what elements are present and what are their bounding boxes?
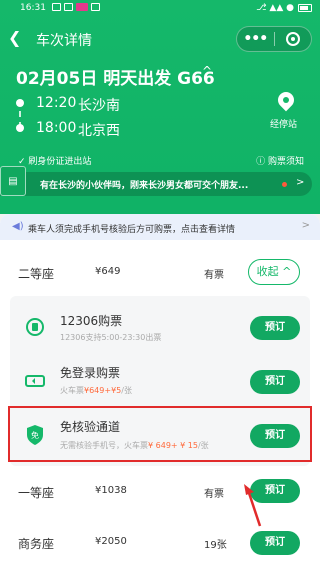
option-sub-no-login: 火车票¥649+¥5/张: [60, 385, 132, 396]
seat-name-second-class: 二等座: [18, 267, 55, 281]
seat-availability-first-class: 有票: [204, 489, 224, 500]
calendar-icon: [91, 3, 100, 11]
seat-name-business-class: 商务座: [18, 537, 55, 551]
option-sub-12306: 12306支持5:00-23:30出票: [60, 333, 162, 342]
image-icon: [52, 3, 61, 11]
option-sub-no-login-label: 火车票: [60, 386, 84, 395]
red-dot-icon: [282, 182, 287, 187]
seat-price-business-class: ¥2050: [95, 536, 127, 547]
collapse-button[interactable]: 收起 ^: [248, 259, 300, 285]
train-icon: [24, 316, 46, 338]
status-notification-icons: [52, 3, 100, 11]
mail-icon: [64, 3, 73, 11]
chevron-right-icon: >: [301, 220, 310, 231]
arrival-station: 北京西: [78, 123, 120, 139]
trip-title: 02月05日 明天出发 G66: [16, 69, 215, 89]
promo-banner[interactable]: ▤ 有在长沙的小伙伴吗，刚来长沙男女都可交个朋友... >: [0, 166, 312, 196]
stops-link[interactable]: 经停站: [270, 117, 297, 130]
miniprogram-capsule: •••: [236, 26, 312, 52]
red-arrow-annotation: [244, 484, 262, 527]
back-button[interactable]: ❮: [8, 28, 28, 48]
seat-price-first-class: ¥1038: [95, 485, 127, 496]
status-system-icons: ⎇ ▲▲ ●: [256, 3, 312, 13]
signal-icon: ⎇ ▲▲ ●: [256, 3, 294, 13]
departure-time: 12:20: [36, 95, 77, 111]
ticket-icon: [24, 370, 46, 392]
book-button-12306[interactable]: 预订: [250, 316, 300, 340]
close-circle-icon: [285, 32, 300, 46]
status-time: 16:31: [20, 3, 46, 13]
more-menu-button[interactable]: •••: [237, 31, 274, 47]
book-button-business-class[interactable]: 预订: [250, 531, 300, 555]
departure-station: 长沙南: [78, 98, 120, 114]
notice-bar[interactable]: ◀) 乘车人须完成手机号核验后方可购票，点击查看详情 >: [0, 214, 320, 240]
arrival-time: 18:00: [36, 120, 77, 136]
chevron-right-icon: >: [296, 177, 305, 188]
option-title-12306: 12306购票: [60, 314, 123, 328]
map-pin-icon[interactable]: [274, 88, 298, 112]
option-sub-no-login-price: ¥649+¥5: [84, 386, 122, 395]
id-card-note: ✓ 刷身份证进出站: [18, 157, 92, 167]
option-sub-no-login-unit: /张: [121, 386, 132, 395]
option-title-no-login: 免登录购票: [60, 366, 121, 380]
close-miniprogram-button[interactable]: [274, 32, 311, 46]
expand-chevron-icon[interactable]: ^: [202, 64, 212, 78]
battery-icon: [298, 4, 312, 12]
promo-text: 有在长沙的小伙伴吗，刚来长沙男女都可交个朋友...: [40, 181, 249, 191]
arrival-dot-icon: [16, 124, 24, 132]
seat-availability-business-class: 19张: [204, 540, 227, 551]
notice-text: 乘车人须完成手机号核验后方可购票，点击查看详情: [28, 225, 236, 235]
document-icon: ▤: [0, 166, 26, 196]
highlight-annotation-box: [8, 406, 312, 462]
speaker-icon: ◀): [12, 221, 24, 232]
seat-availability-second-class: 有票: [204, 270, 224, 281]
status-bar: 16:31 ⎇ ▲▲ ●: [0, 0, 320, 18]
book-button-no-login[interactable]: 预订: [250, 370, 300, 394]
page-title: 车次详情: [36, 33, 92, 49]
seat-price-second-class: ¥649: [95, 266, 121, 277]
header-area: 16:31 ⎇ ▲▲ ● ❮ 车次详情 ••• 02月05日 明天出发 G66 …: [0, 0, 320, 214]
app-notification-icon: [76, 3, 88, 11]
purchase-notice-link[interactable]: ⓘ 购票须知: [256, 154, 304, 167]
seat-name-first-class: 一等座: [18, 486, 55, 500]
